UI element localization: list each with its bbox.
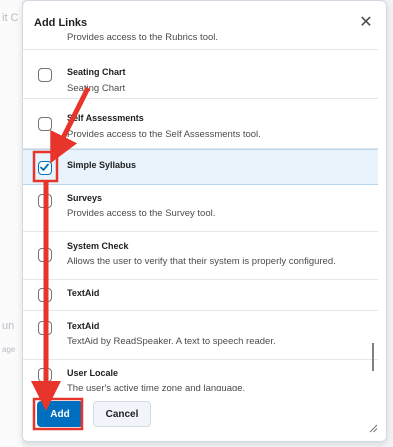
item-name: TextAid bbox=[67, 321, 100, 331]
item-checkbox-checked[interactable] bbox=[38, 161, 52, 175]
add-button[interactable]: Add bbox=[37, 401, 83, 427]
list-item[interactable]: Seating Chart Seating Chart bbox=[23, 50, 378, 99]
item-checkbox[interactable] bbox=[38, 194, 52, 208]
cancel-button[interactable]: Cancel bbox=[93, 401, 151, 427]
item-description: Provides access to the Survey tool. bbox=[67, 208, 216, 219]
list-item[interactable]: TextAid TextAid by ReadSpeaker. A text t… bbox=[23, 311, 378, 360]
item-name: Simple Syllabus bbox=[67, 160, 137, 170]
item-description: Provides access to the Self Assessments … bbox=[67, 129, 261, 140]
item-description: Allows the user to verify that their sys… bbox=[67, 256, 336, 267]
list-item[interactable]: Provides access to the Rubrics tool. bbox=[23, 31, 378, 50]
item-name: System Check bbox=[67, 241, 129, 251]
list-item[interactable]: Self Assessments Provides access to the … bbox=[23, 99, 378, 149]
resize-handle-icon[interactable] bbox=[368, 423, 378, 433]
item-description: TextAid by ReadSpeaker. A text to speech… bbox=[67, 336, 276, 347]
list-item-selected[interactable]: Simple Syllabus bbox=[23, 149, 378, 185]
scrollbar-thumb[interactable] bbox=[372, 343, 374, 371]
checkmark-icon bbox=[40, 163, 49, 171]
item-name: TextAid bbox=[67, 288, 100, 298]
background-text: age bbox=[2, 345, 16, 354]
dialog-footer: Add Cancel bbox=[23, 393, 386, 441]
list-item[interactable]: TextAid bbox=[23, 280, 378, 311]
item-name: Self Assessments bbox=[67, 113, 144, 123]
item-name: Seating Chart bbox=[67, 67, 126, 77]
background-text: un bbox=[2, 320, 15, 332]
links-list[interactable]: Provides access to the Rubrics tool. Sea… bbox=[23, 31, 386, 391]
list-item[interactable]: User Locale The user's active time zone … bbox=[23, 360, 378, 391]
item-checkbox[interactable] bbox=[38, 288, 52, 302]
background-page bbox=[0, 0, 22, 447]
add-links-dialog: Add Links ✕ Provides access to the Rubri… bbox=[22, 0, 387, 442]
item-name: User Locale bbox=[67, 368, 119, 378]
close-icon[interactable]: ✕ bbox=[358, 15, 374, 31]
item-description: Provides access to the Rubrics tool. bbox=[67, 32, 219, 43]
list-item[interactable]: System Check Allows the user to verify t… bbox=[23, 232, 378, 280]
item-checkbox[interactable] bbox=[38, 117, 52, 131]
item-checkbox[interactable] bbox=[38, 248, 52, 262]
item-checkbox[interactable] bbox=[38, 68, 52, 82]
item-checkbox[interactable] bbox=[38, 321, 52, 335]
background-text: it C bbox=[2, 12, 19, 24]
item-description: Seating Chart bbox=[67, 83, 126, 94]
item-checkbox[interactable] bbox=[38, 368, 52, 382]
dialog-title: Add Links bbox=[34, 17, 88, 29]
list-item[interactable]: Surveys Provides access to the Survey to… bbox=[23, 184, 378, 232]
item-name: Surveys bbox=[67, 193, 103, 203]
item-description: The user's active time zone and language… bbox=[67, 383, 246, 391]
